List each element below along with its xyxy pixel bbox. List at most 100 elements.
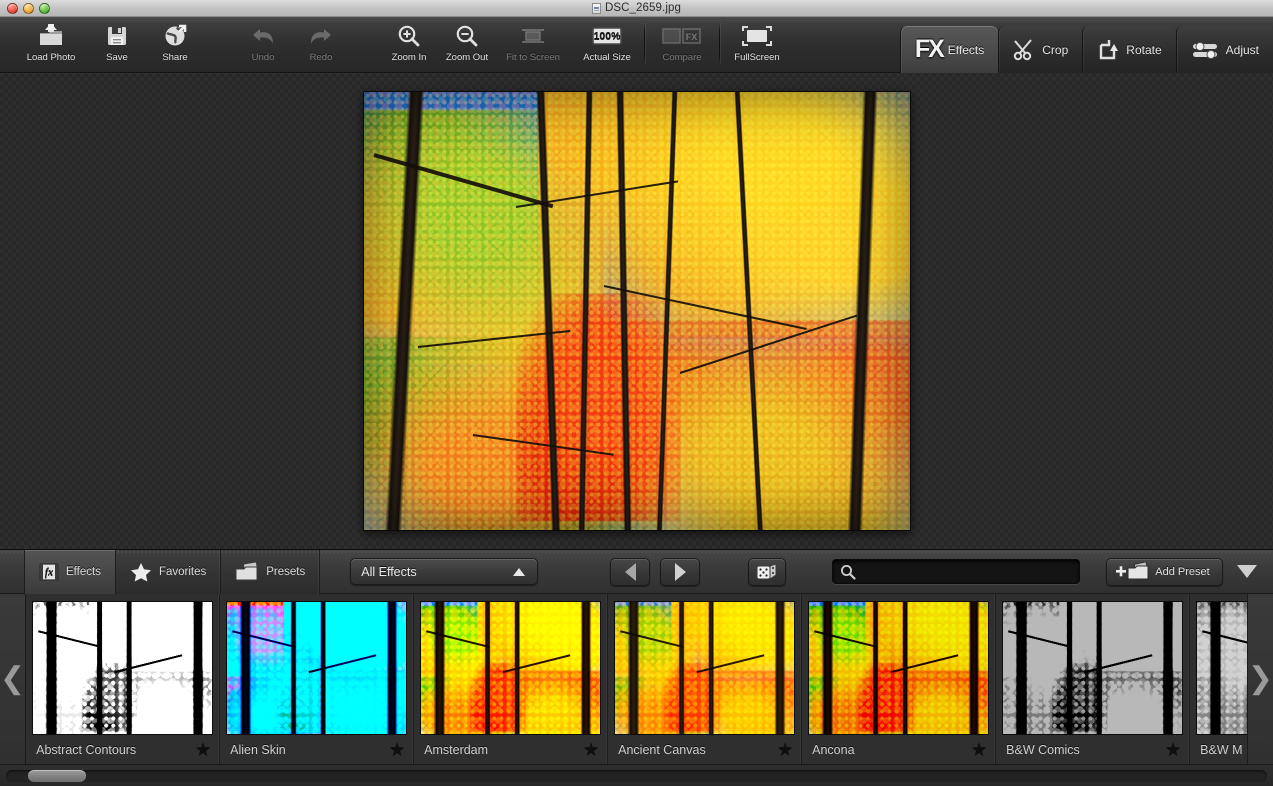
compare-label: Compare	[662, 52, 702, 63]
scroll-left-button[interactable]: ❮	[0, 594, 27, 764]
mode-tabs: FX Effects Crop Rotate Adjust	[899, 17, 1273, 73]
browser-toolbar: fx Effects Favorites Presets All Effects…	[0, 549, 1273, 594]
title-bar: DSC_2659.jpg	[0, 0, 1273, 17]
tab-effects[interactable]: FX Effects	[899, 26, 999, 73]
effect-name: Ancona	[812, 742, 855, 757]
effect-name-row: B&W M	[1196, 735, 1247, 764]
effect-name: B&W Comics	[1006, 742, 1080, 757]
save-label: Save	[106, 52, 128, 63]
autumn-forest-photo	[363, 92, 910, 530]
redo-button[interactable]: Redo	[292, 17, 350, 72]
effect-tile-bw-comics[interactable]: B&W Comics ★	[996, 594, 1191, 764]
effect-thumbnail	[614, 601, 796, 735]
random-effect-button[interactable]	[748, 557, 787, 586]
redo-arrow-icon	[308, 23, 334, 49]
effects-strip: ❮ Abstract Contours ★ Alien Skin ★ Amste…	[0, 594, 1273, 764]
category-dropdown[interactable]: All Effects	[350, 558, 539, 585]
scrollbar-track[interactable]	[6, 769, 1267, 782]
fit-to-screen-label: Fit to Screen	[506, 52, 560, 63]
fit-screen-icon	[520, 23, 546, 49]
magnifier-minus-icon	[455, 23, 479, 49]
effect-tile-ancient-canvas[interactable]: Ancient Canvas ★	[608, 594, 803, 764]
triangle-left-icon	[624, 562, 636, 581]
load-photo-button[interactable]: Load Photo	[14, 17, 88, 72]
favorite-star-icon[interactable]: ★	[1165, 741, 1181, 759]
scroll-right-button[interactable]: ❯	[1246, 594, 1273, 764]
zoom-in-label: Zoom In	[391, 52, 427, 63]
effect-tile-ancona[interactable]: Ancona ★	[802, 594, 997, 764]
window-title-text: DSC_2659.jpg	[604, 2, 681, 14]
effect-tile-bw-m[interactable]: B&W M	[1190, 594, 1247, 764]
undo-label: Undo	[251, 52, 275, 63]
photo-canvas[interactable]	[0, 73, 1273, 549]
fullscreen-button[interactable]: FullScreen	[720, 17, 794, 72]
effect-tile-amsterdam[interactable]: Amsterdam ★	[414, 594, 609, 764]
globe-share-icon	[163, 23, 187, 49]
photo-frame[interactable]	[362, 91, 911, 531]
zoom-out-button[interactable]: Zoom Out	[438, 17, 496, 72]
search-input[interactable]	[859, 564, 1080, 579]
actual-size-button[interactable]: 100% Actual Size	[570, 17, 644, 72]
save-button[interactable]: Save	[88, 17, 146, 72]
favorite-star-icon[interactable]: ★	[583, 741, 599, 759]
category-value: All Effects	[361, 564, 417, 579]
effect-thumbnail	[1196, 601, 1247, 735]
tab-rotate-label: Rotate	[1126, 42, 1162, 57]
scrollbar-thumb[interactable]	[28, 769, 86, 782]
favorite-star-icon[interactable]: ★	[195, 741, 211, 759]
sliders-icon	[1191, 39, 1221, 61]
effect-name: Amsterdam	[424, 742, 489, 757]
favorite-star-icon[interactable]: ★	[971, 741, 987, 759]
tab-effects-label: Effects	[947, 42, 985, 57]
segment-presets[interactable]: Presets	[221, 549, 321, 594]
load-photo-label: Load Photo	[26, 52, 76, 63]
compare-button[interactable]: FX Compare	[645, 17, 719, 72]
chevron-right-icon: ❯	[1247, 662, 1273, 695]
horizontal-scrollbar[interactable]	[0, 764, 1273, 786]
zoom-button[interactable]	[39, 2, 50, 14]
add-preset-button[interactable]: Add Preset	[1106, 557, 1223, 586]
fit-to-screen-button[interactable]: Fit to Screen	[496, 17, 570, 72]
close-button[interactable]	[7, 2, 18, 14]
chevron-left-icon: ❮	[0, 662, 26, 695]
fullscreen-label: FullScreen	[734, 52, 780, 63]
next-effect-button[interactable]	[660, 557, 701, 586]
effect-name-row: Alien Skin ★	[226, 735, 407, 764]
fx-icon: FX	[914, 35, 945, 63]
fx-film-icon: fx	[39, 562, 59, 581]
effect-tile-alien-skin[interactable]: Alien Skin ★	[220, 594, 415, 764]
effects-browser: fx Effects Favorites Presets All Effects…	[0, 549, 1273, 786]
effect-name: Abstract Contours	[36, 742, 137, 757]
effect-name: Alien Skin	[230, 742, 286, 757]
scissors-icon	[1013, 38, 1037, 62]
effect-tile-abstract-contours[interactable]: Abstract Contours ★	[26, 594, 221, 764]
tab-adjust[interactable]: Adjust	[1175, 26, 1273, 73]
preset-cards-icon	[235, 561, 259, 582]
search-icon	[840, 564, 856, 580]
search-field[interactable]	[832, 559, 1081, 584]
share-label: Share	[162, 52, 188, 63]
segment-effects-label: Effects	[66, 565, 101, 578]
magnifier-plus-icon	[397, 23, 421, 49]
minimize-button[interactable]	[23, 2, 34, 14]
undo-arrow-icon	[250, 23, 276, 49]
effect-name-row: Abstract Contours ★	[32, 735, 213, 764]
effect-tiles: Abstract Contours ★ Alien Skin ★ Amsterd…	[26, 594, 1247, 764]
toolbar-buttons: Load Photo Save Share Undo Redo Zoom In …	[0, 17, 900, 72]
favorite-star-icon[interactable]: ★	[389, 741, 405, 759]
effect-name: Ancient Canvas	[618, 742, 706, 757]
tab-crop[interactable]: Crop	[998, 26, 1083, 73]
effect-thumbnail	[32, 601, 214, 735]
zoom-in-button[interactable]: Zoom In	[380, 17, 438, 72]
favorite-star-icon[interactable]: ★	[777, 741, 793, 759]
undo-button[interactable]: Undo	[234, 17, 292, 72]
tab-adjust-label: Adjust	[1225, 42, 1259, 57]
share-button[interactable]: Share	[146, 17, 204, 72]
segment-effects[interactable]: fx Effects	[24, 549, 116, 594]
collapse-panel-button[interactable]	[1236, 565, 1257, 578]
document-icon	[591, 2, 601, 14]
prev-effect-button[interactable]	[610, 557, 651, 586]
rotate-icon	[1097, 38, 1121, 62]
tab-rotate[interactable]: Rotate	[1082, 26, 1176, 73]
segment-favorites[interactable]: Favorites	[115, 549, 222, 594]
